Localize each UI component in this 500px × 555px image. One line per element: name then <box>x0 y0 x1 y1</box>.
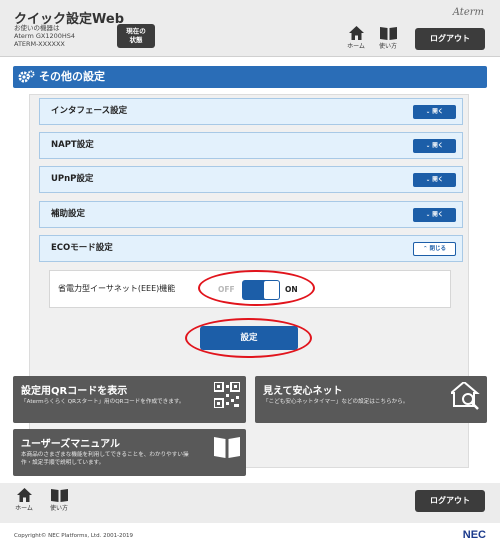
expand-button[interactable]: ⌄ 開く <box>413 173 456 187</box>
device-info: お使いの機器は Aterm GX1200HS4 ATERM-XXXXXX <box>14 24 75 48</box>
collapse-button[interactable]: ⌃ 閉じる <box>413 242 456 256</box>
card-description-line1: 本商品のさまざまな機能を利用してできることを、わかりやすい操 <box>21 452 189 458</box>
highlight-toggle-annotation <box>198 270 315 306</box>
device-label: お使いの機器は <box>14 24 60 32</box>
home-nav-button[interactable]: ホーム <box>342 26 370 50</box>
collapse-label: 閉じる <box>429 246 447 252</box>
row-eco-mode-settings[interactable]: ECOモード設定 ⌃ 閉じる <box>39 235 463 262</box>
header: クイック設定Web お使いの機器は Aterm GX1200HS4 ATERM-… <box>0 0 500 57</box>
current-status-button[interactable]: 現在の 状態 <box>117 24 155 48</box>
card-title: 設定用QRコードを表示 <box>21 386 128 397</box>
expand-label: 開く <box>432 143 444 149</box>
row-napt-settings[interactable]: NAPT設定 ⌄ 開く <box>39 132 463 159</box>
footer-home-button[interactable]: ホーム <box>10 488 38 512</box>
card-title: 見えて安心ネット <box>263 386 343 397</box>
footer-manual-button[interactable]: 使い方 <box>45 488 73 512</box>
logout-button[interactable]: ログアウト <box>415 28 485 50</box>
home-icon <box>348 26 364 40</box>
device-name: ATERM-XXXXXX <box>14 40 65 48</box>
row-label: NAPT設定 <box>51 140 94 150</box>
footer-manual-label: 使い方 <box>49 505 68 512</box>
section-header: その他の設定 <box>13 66 487 88</box>
row-label: 補助設定 <box>51 209 86 219</box>
book-icon <box>50 489 68 502</box>
section-title: その他の設定 <box>39 70 105 83</box>
expand-label: 開く <box>432 177 444 183</box>
footer-bar: ホーム 使い方 ログアウト <box>0 483 500 523</box>
book-icon <box>379 27 397 40</box>
row-label: UPnP設定 <box>51 174 94 184</box>
aterm-brand-logo: Aterm <box>452 7 484 18</box>
footer-logout-button[interactable]: ログアウト <box>415 490 485 512</box>
card-description: 「こども安心ネットタイマー」などの設定はこちらから。 <box>263 399 409 405</box>
status-button-line2: 状態 <box>129 36 143 44</box>
footer-home-label: ホーム <box>15 505 33 512</box>
card-description-line2: 作・設定手順で説明しています。 <box>21 460 105 466</box>
manual-nav-button[interactable]: 使い方 <box>374 26 402 50</box>
nec-logo: NEC <box>462 529 486 541</box>
mieru-anshin-net-card[interactable]: 見えて安心ネット 「こども安心ネットタイマー」などの設定はこちらから。 <box>255 376 487 423</box>
expand-button[interactable]: ⌄ 開く <box>413 139 456 153</box>
users-manual-card[interactable]: ユーザーズマニュアル 本商品のさまざまな機能を利用してできることを、わかりやすい… <box>13 429 246 476</box>
qr-code-card[interactable]: 設定用QRコードを表示 「Atermらくらく QRスタート」用のQRコードを作成… <box>13 376 246 423</box>
device-model: Aterm GX1200HS4 <box>14 32 76 40</box>
qr-code-icon <box>214 382 240 408</box>
home-search-icon <box>451 382 480 410</box>
card-title: ユーザーズマニュアル <box>21 439 120 450</box>
card-description: 「Atermらくらく QRスタート」用のQRコードを作成できます。 <box>21 399 185 405</box>
chevron-down-icon: ⌄ <box>425 109 431 115</box>
gear-icon <box>18 70 35 83</box>
row-auxiliary-settings[interactable]: 補助設定 ⌄ 開く <box>39 201 463 228</box>
book-icon <box>214 437 240 458</box>
expand-button[interactable]: ⌄ 開く <box>413 105 456 119</box>
row-interface-settings[interactable]: インタフェース設定 ⌄ 開く <box>39 98 463 125</box>
status-button-line1: 現在の <box>126 27 146 35</box>
chevron-down-icon: ⌄ <box>425 177 431 183</box>
manual-label: 使い方 <box>378 43 397 50</box>
expand-label: 開く <box>432 212 444 218</box>
highlight-apply-annotation <box>185 318 312 358</box>
chevron-down-icon: ⌄ <box>425 212 431 218</box>
expand-label: 開く <box>432 109 444 115</box>
chevron-up-icon: ⌃ <box>422 246 428 252</box>
home-icon <box>16 488 32 502</box>
expand-button[interactable]: ⌄ 開く <box>413 208 456 222</box>
copyright-text: Copyright© NEC Platforms, Ltd. 2001-2019 <box>14 533 134 539</box>
eee-label: 省電力型イーサネット(EEE)機能 <box>58 284 176 293</box>
home-label: ホーム <box>347 43 365 50</box>
row-label: ECOモード設定 <box>51 243 113 253</box>
chevron-down-icon: ⌄ <box>425 143 431 149</box>
row-upnp-settings[interactable]: UPnP設定 ⌄ 開く <box>39 166 463 193</box>
row-label: インタフェース設定 <box>51 106 128 116</box>
